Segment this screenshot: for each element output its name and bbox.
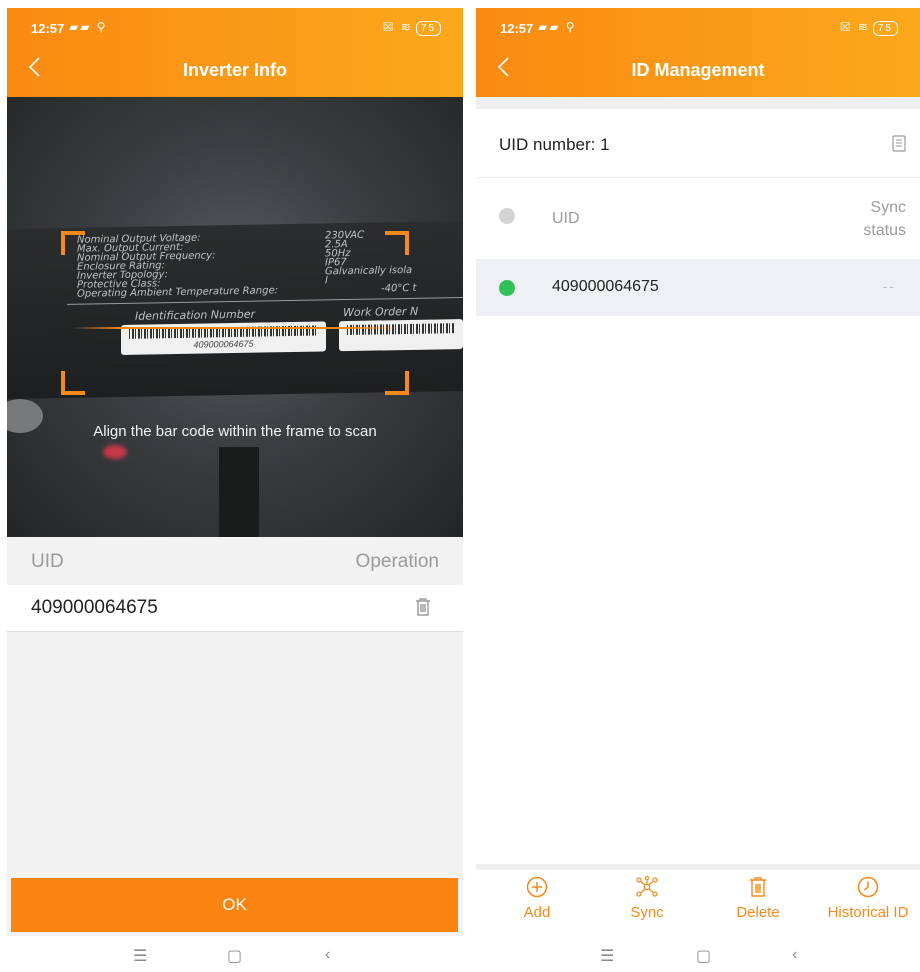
status-bar: 12:57 ▰▰ ⚲ ☒ ≋ 75 xyxy=(7,8,463,48)
delete-button[interactable]: Delete xyxy=(708,876,808,921)
historical-id-button[interactable]: Historical ID xyxy=(816,876,920,921)
trash-icon xyxy=(708,876,808,898)
back-nav-icon[interactable]: ‹ xyxy=(792,946,797,964)
delete-label: Delete xyxy=(736,904,780,921)
online-status-dot xyxy=(499,280,515,296)
notification-icons: ▰▰ ⚲ xyxy=(69,20,108,34)
select-all-dot[interactable] xyxy=(499,208,515,224)
cable xyxy=(219,447,259,537)
back-nav-icon[interactable]: ‹ xyxy=(325,946,330,964)
list-empty-area xyxy=(476,316,920,864)
historical-id-label: Historical ID xyxy=(827,904,909,921)
uid-count-label: UID number: 1 xyxy=(499,135,610,154)
system-nav-bar: ☰ ▢ ‹ xyxy=(476,936,920,972)
sync-label: Sync xyxy=(630,904,664,921)
scan-hint: Align the bar code within the frame to s… xyxy=(93,423,377,440)
id-list-header: UID Sync status xyxy=(476,178,920,259)
frame-corner xyxy=(385,231,409,255)
uid-count-row: UID number: 1 xyxy=(476,109,920,178)
frame-corner xyxy=(61,371,85,395)
add-label: Add xyxy=(523,904,551,921)
column-uid: UID xyxy=(552,210,580,227)
column-uid: UID xyxy=(31,551,64,572)
add-button[interactable]: Add xyxy=(487,876,587,921)
inverter-info-screen: 12:57 ▰▰ ⚲ ☒ ≋ 75 Inverter Info Nominal O… xyxy=(7,8,463,972)
battery-icon: 75 xyxy=(872,21,898,36)
frame-corner xyxy=(385,371,409,395)
menu-nav-icon[interactable]: ☰ xyxy=(600,946,614,966)
list-item[interactable]: 409000064675 -- xyxy=(476,259,920,316)
action-bar: Add Sync Delete Historical ID xyxy=(476,864,920,944)
system-icons: ☒ ≋ 75 xyxy=(840,20,898,36)
notification-icons: ▰▰ ⚲ xyxy=(538,20,577,34)
section-gap xyxy=(476,97,920,109)
trash-icon[interactable] xyxy=(415,598,431,621)
add-circle-icon xyxy=(487,876,587,898)
red-led xyxy=(103,445,127,459)
sync-status-value: -- xyxy=(882,278,896,294)
header-bar: 12:57 ▰▰ ⚲ ☒ ≋ 75 Inverter Info xyxy=(7,8,463,97)
status-time: 12:57 xyxy=(31,21,65,36)
scan-frame xyxy=(61,231,409,395)
column-operation: Operation xyxy=(355,551,439,572)
table-row: 409000064675 xyxy=(7,585,463,632)
status-bar: 12:57 ▰▰ ⚲ ☒ ≋ 75 xyxy=(476,8,920,48)
clock-icon xyxy=(816,876,920,898)
page-title: Inverter Info xyxy=(182,60,288,80)
uid-value: 409000064675 xyxy=(31,597,158,618)
status-time: 12:57 xyxy=(500,21,534,36)
system-nav-bar: ☰ ▢ ‹ xyxy=(7,936,463,972)
document-icon[interactable] xyxy=(892,135,906,157)
uid-value: 409000064675 xyxy=(552,278,659,295)
page-title: ID Management xyxy=(631,60,765,80)
menu-nav-icon[interactable]: ☰ xyxy=(133,946,147,966)
camera-viewfinder: Nominal Output Voltage: Max. Output Curr… xyxy=(7,97,463,537)
id-management-screen: 12:57 ▰▰ ⚲ ☒ ≋ 75 ID Management UID numbe… xyxy=(476,8,920,972)
scan-line xyxy=(71,327,399,329)
home-nav-icon[interactable]: ▢ xyxy=(227,946,242,966)
battery-icon: 75 xyxy=(415,21,441,36)
system-icons: ☒ ≋ 75 xyxy=(383,20,441,36)
sync-network-icon xyxy=(597,876,697,898)
uid-table-header: UID Operation xyxy=(7,537,463,585)
sync-button[interactable]: Sync xyxy=(597,876,697,921)
header-bar: 12:57 ▰▰ ⚲ ☒ ≋ 75 ID Management xyxy=(476,8,920,97)
frame-corner xyxy=(61,231,85,255)
ok-button[interactable]: OK xyxy=(11,878,458,932)
column-sync-status: Sync status xyxy=(863,199,906,239)
home-nav-icon[interactable]: ▢ xyxy=(696,946,711,966)
